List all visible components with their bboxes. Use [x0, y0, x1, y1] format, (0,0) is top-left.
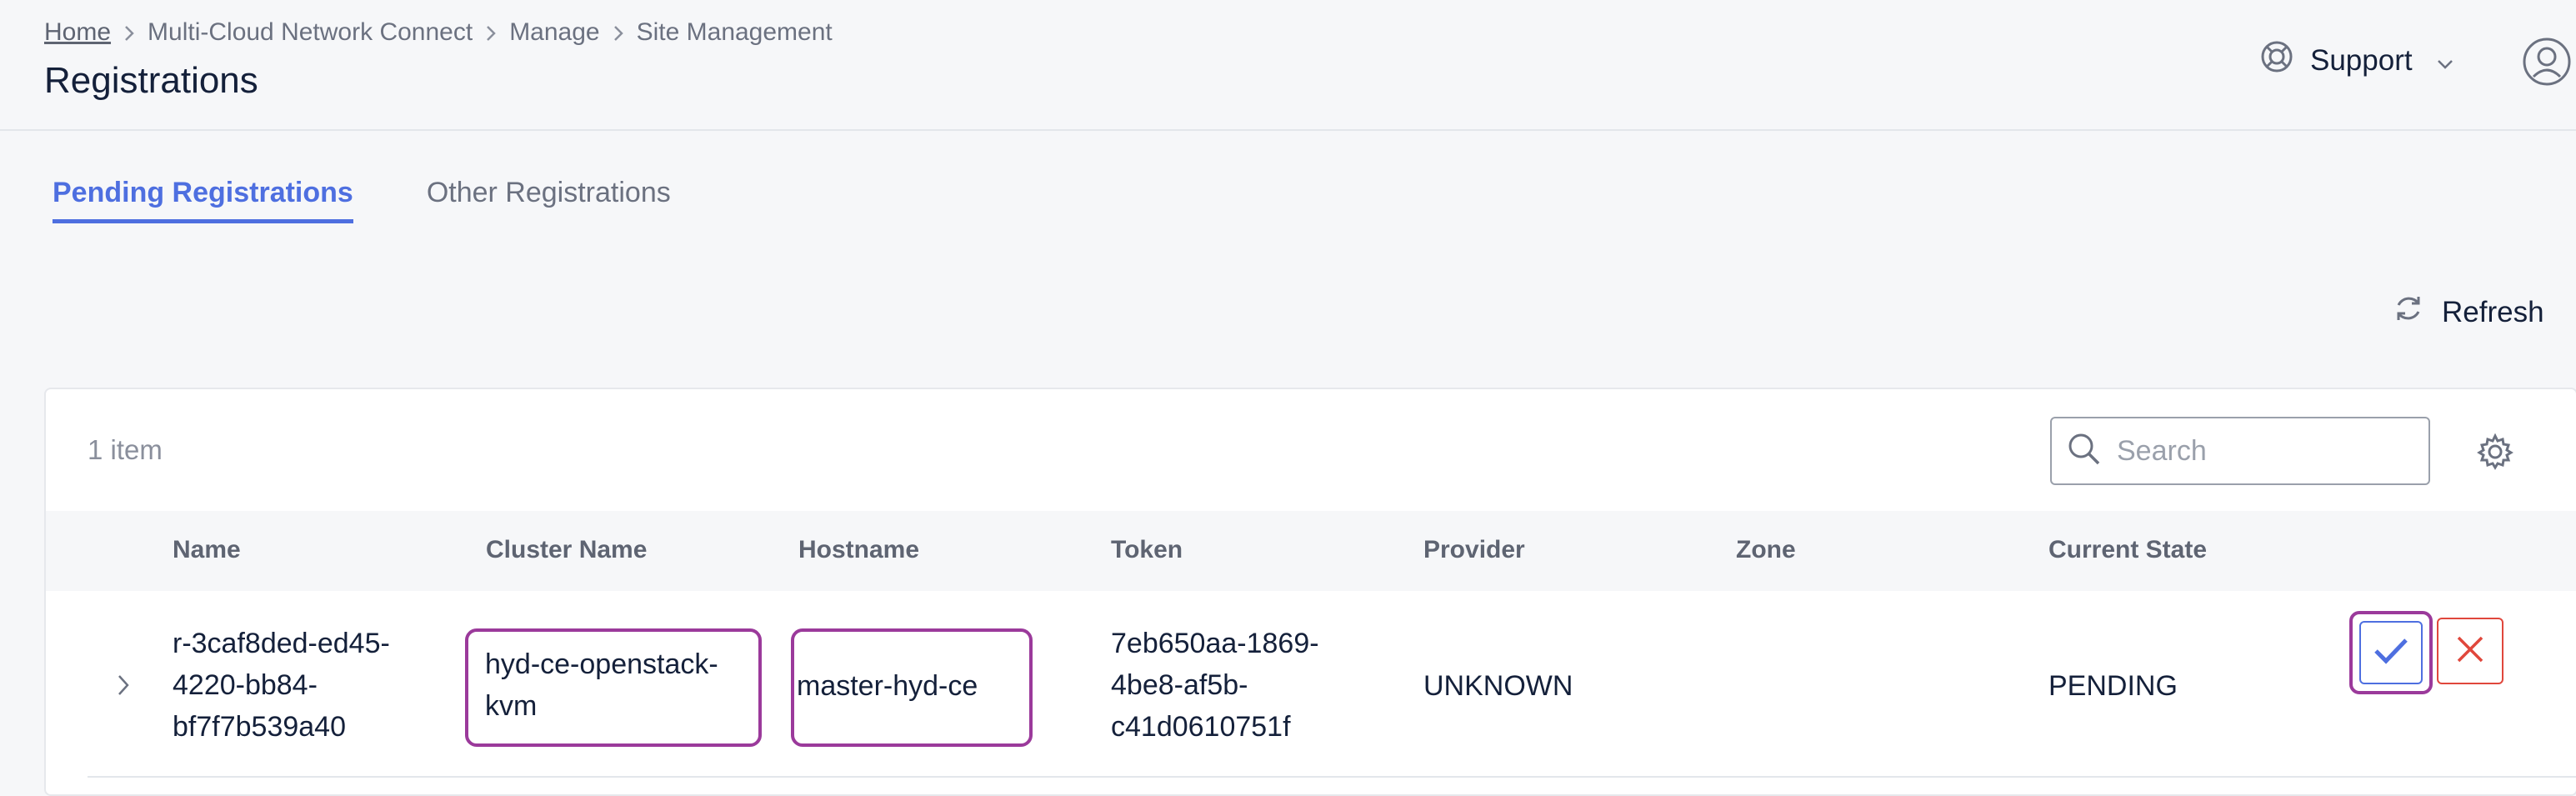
- cell-cluster-name: hyd-ce-openstack- kvm: [485, 648, 718, 722]
- gear-icon[interactable]: [2476, 433, 2514, 471]
- close-icon: [2455, 634, 2485, 668]
- breadcrumb-separator-icon: [111, 18, 148, 47]
- refresh-label: Refresh: [2442, 295, 2544, 328]
- page-header: Home Multi-Cloud Network Connect Manage …: [0, 0, 2576, 131]
- refresh-icon: [2392, 292, 2425, 333]
- column-header-cluster-name[interactable]: Cluster Name: [486, 536, 647, 564]
- cell-current-state: PENDING: [2048, 670, 2178, 702]
- support-menu-button[interactable]: Support: [2260, 40, 2454, 81]
- column-header-hostname[interactable]: Hostname: [798, 536, 919, 564]
- chevron-right-icon[interactable]: [113, 673, 134, 698]
- breadcrumb-separator-icon: [473, 18, 509, 47]
- column-header-provider[interactable]: Provider: [1423, 536, 1525, 564]
- cell-token: 7eb650aa-1869- 4be8-af5b- c41d0610751f: [1111, 628, 1319, 743]
- item-count: 1 item: [88, 434, 163, 465]
- lifebuoy-icon: [2260, 40, 2293, 81]
- breadcrumb-home[interactable]: Home: [44, 18, 111, 47]
- search-field[interactable]: [2050, 417, 2430, 485]
- refresh-button[interactable]: Refresh: [2392, 292, 2544, 333]
- table-row[interactable]: r-3caf8ded-ed45- 4220-bb84- bf7f7b539a40…: [46, 591, 2576, 778]
- search-input[interactable]: [2115, 433, 2415, 468]
- approve-button-inner[interactable]: [2359, 621, 2423, 684]
- chevron-down-icon: [2436, 44, 2454, 78]
- breadcrumb-manage[interactable]: Manage: [509, 18, 599, 47]
- search-icon: [2067, 432, 2102, 471]
- page-title: Registrations: [44, 60, 258, 101]
- approve-button[interactable]: [2349, 611, 2433, 694]
- breadcrumb-multi-cloud[interactable]: Multi-Cloud Network Connect: [148, 18, 473, 47]
- cell-name: r-3caf8ded-ed45- 4220-bb84- bf7f7b539a40: [173, 628, 390, 743]
- reject-button[interactable]: [2437, 618, 2503, 684]
- column-header-zone[interactable]: Zone: [1736, 536, 1796, 564]
- column-header-name[interactable]: Name: [173, 536, 241, 564]
- column-header-token[interactable]: Token: [1111, 536, 1183, 564]
- breadcrumb: Home Multi-Cloud Network Connect Manage …: [44, 18, 833, 47]
- row-divider: [88, 776, 2576, 778]
- cell-provider: UNKNOWN: [1423, 670, 1573, 702]
- registration-tabs: Pending Registrations Other Registration…: [53, 177, 744, 223]
- support-label: Support: [2310, 43, 2413, 77]
- cell-hostname: master-hyd-ce: [797, 670, 978, 702]
- table-header: Name Cluster Name Hostname Token Provide…: [46, 511, 2576, 591]
- breadcrumb-separator-icon: [600, 18, 637, 47]
- registrations-table-card: 1 item Name Cluster Name Hostname Token …: [44, 388, 2576, 796]
- tab-pending-registrations[interactable]: Pending Registrations: [53, 177, 353, 223]
- check-icon: [2373, 636, 2409, 670]
- breadcrumb-site-management[interactable]: Site Management: [637, 18, 833, 47]
- user-avatar-icon[interactable]: [2522, 37, 2572, 87]
- column-header-current-state[interactable]: Current State: [2048, 536, 2207, 564]
- tab-other-registrations[interactable]: Other Registrations: [427, 177, 671, 223]
